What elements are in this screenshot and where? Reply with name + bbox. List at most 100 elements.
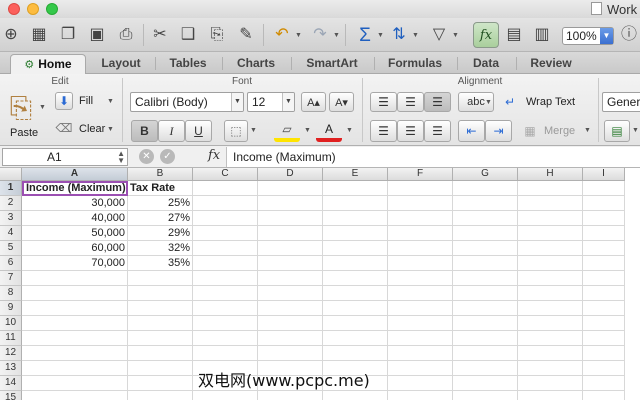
cell-d7[interactable] — [258, 271, 323, 286]
sort-icon[interactable]: ⇅ — [388, 24, 410, 46]
row-header-3[interactable]: 3 — [0, 211, 22, 226]
cell-b14[interactable] — [128, 376, 193, 391]
cell-a10[interactable] — [22, 316, 128, 331]
undo-icon[interactable]: ↶ — [271, 24, 293, 46]
cell-d1[interactable] — [258, 181, 323, 196]
orientation-dropdown-icon[interactable]: ▼ — [485, 99, 492, 106]
formula-builder-icon[interactable]: fx — [473, 22, 499, 48]
cell-a1[interactable]: Income (Maximum) — [22, 181, 128, 196]
zoom-select[interactable]: 100% ▼ — [562, 27, 614, 45]
name-box-stepper-icon[interactable]: ▲ ▼ — [117, 150, 125, 165]
row-header-2[interactable]: 2 — [0, 196, 22, 211]
row-header-4[interactable]: 4 — [0, 226, 22, 241]
cell-f2[interactable] — [388, 196, 453, 211]
filter-dropdown-icon[interactable]: ▼ — [452, 32, 459, 39]
redo-dropdown-icon[interactable]: ▼ — [333, 32, 340, 39]
currency-dropdown-icon[interactable]: ▼ — [632, 127, 639, 134]
cell-b15[interactable] — [128, 391, 193, 400]
show-hide-icon[interactable]: ▤ — [503, 24, 525, 46]
column-header-b[interactable]: B — [128, 168, 193, 181]
new-workbook-icon[interactable]: ⊕ — [0, 24, 22, 46]
cell-h13[interactable] — [518, 361, 583, 376]
fill-button[interactable]: Fill — [79, 95, 93, 107]
row-header-6[interactable]: 6 — [0, 256, 22, 271]
cell-i7[interactable] — [583, 271, 625, 286]
cell-d9[interactable] — [258, 301, 323, 316]
currency-icon[interactable]: ▤ — [604, 120, 630, 142]
cell-e15[interactable] — [323, 391, 388, 400]
cell-e8[interactable] — [323, 286, 388, 301]
cell-e4[interactable] — [323, 226, 388, 241]
cell-a2[interactable]: 30,000 — [22, 196, 128, 211]
tab-review[interactable]: Review — [518, 54, 584, 74]
column-header-g[interactable]: G — [453, 168, 518, 181]
cell-g8[interactable] — [453, 286, 518, 301]
cell-c2[interactable] — [193, 196, 258, 211]
insert-function-icon[interactable]: fx — [208, 148, 220, 163]
cell-b10[interactable] — [128, 316, 193, 331]
cell-a14[interactable] — [22, 376, 128, 391]
column-header-f[interactable]: F — [388, 168, 453, 181]
fill-color-icon[interactable]: ▱ — [274, 120, 300, 142]
cell-f8[interactable] — [388, 286, 453, 301]
align-center-icon[interactable]: ☰ — [397, 120, 424, 142]
decrease-font-size-button[interactable]: A▾ — [329, 92, 354, 112]
cell-g15[interactable] — [453, 391, 518, 400]
cell-c4[interactable] — [193, 226, 258, 241]
cell-f11[interactable] — [388, 331, 453, 346]
row-header-10[interactable]: 10 — [0, 316, 22, 331]
cell-g12[interactable] — [453, 346, 518, 361]
wrap-text-button[interactable]: Wrap Text — [526, 96, 575, 108]
fill-color-dropdown-icon[interactable]: ▼ — [304, 127, 311, 134]
merge-icon[interactable]: ▦ — [521, 122, 539, 140]
paste-dropdown-icon[interactable]: ▼ — [39, 104, 46, 111]
cell-d2[interactable] — [258, 196, 323, 211]
cell-c10[interactable] — [193, 316, 258, 331]
align-left-icon[interactable]: ☰ — [370, 120, 397, 142]
cell-a5[interactable]: 60,000 — [22, 241, 128, 256]
cell-i8[interactable] — [583, 286, 625, 301]
cell-i4[interactable] — [583, 226, 625, 241]
tab-charts[interactable]: Charts — [224, 54, 288, 74]
fill-dropdown-icon[interactable]: ▼ — [107, 98, 114, 105]
cell-g11[interactable] — [453, 331, 518, 346]
cell-g13[interactable] — [453, 361, 518, 376]
cell-h8[interactable] — [518, 286, 583, 301]
cell-g3[interactable] — [453, 211, 518, 226]
cell-g7[interactable] — [453, 271, 518, 286]
name-box[interactable]: A1 ▲ ▼ — [2, 148, 128, 166]
cell-e5[interactable] — [323, 241, 388, 256]
cell-d6[interactable] — [258, 256, 323, 271]
cell-f1[interactable] — [388, 181, 453, 196]
font-color-dropdown-icon[interactable]: ▼ — [346, 127, 353, 134]
zoom-window-button[interactable] — [46, 3, 58, 15]
paste-button[interactable]: Paste — [10, 127, 38, 139]
clear-button[interactable]: Clear — [79, 123, 105, 135]
cell-h10[interactable] — [518, 316, 583, 331]
merge-dropdown-icon[interactable]: ▼ — [584, 127, 591, 134]
cell-f14[interactable] — [388, 376, 453, 391]
autosum-icon[interactable]: Σ — [354, 24, 376, 46]
cell-e1[interactable] — [323, 181, 388, 196]
align-bottom-icon[interactable]: ☰ — [424, 92, 451, 112]
align-top-icon[interactable]: ☰ — [370, 92, 397, 112]
column-header-a[interactable]: A — [22, 168, 128, 181]
eraser-icon[interactable]: ⌫ — [55, 119, 73, 137]
column-header-d[interactable]: D — [258, 168, 323, 181]
tab-home[interactable]: ⚙ Home — [10, 54, 86, 74]
redo-icon[interactable]: ↷ — [309, 24, 331, 46]
cell-i3[interactable] — [583, 211, 625, 226]
cell-f12[interactable] — [388, 346, 453, 361]
cell-b5[interactable]: 32% — [128, 241, 193, 256]
cell-c15[interactable] — [193, 391, 258, 400]
cell-c12[interactable] — [193, 346, 258, 361]
column-header-e[interactable]: E — [323, 168, 388, 181]
cell-a3[interactable]: 40,000 — [22, 211, 128, 226]
cell-i10[interactable] — [583, 316, 625, 331]
merge-button[interactable]: Merge — [544, 125, 575, 137]
cell-a9[interactable] — [22, 301, 128, 316]
cell-h15[interactable] — [518, 391, 583, 400]
font-size-dropdown-icon[interactable]: ▼ — [282, 93, 294, 111]
cut-icon[interactable]: ✂ — [149, 24, 171, 46]
cell-f4[interactable] — [388, 226, 453, 241]
